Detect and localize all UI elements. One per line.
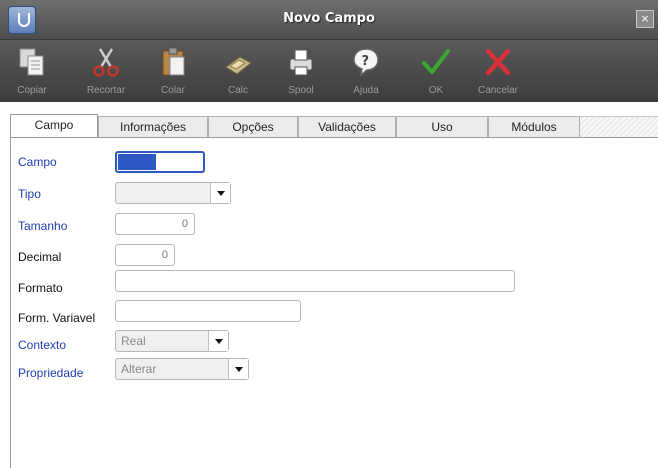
copy-button[interactable]: Copiar xyxy=(4,40,60,102)
calculator-icon xyxy=(225,56,252,75)
propriedade-label: Propriedade xyxy=(18,366,84,380)
paste-button[interactable]: Colar xyxy=(145,40,201,102)
chevron-down-icon[interactable] xyxy=(228,359,248,379)
toolbar: Copiar Recortar Colar Calc Spool ? Ajuda… xyxy=(0,40,658,102)
cancel-label: Cancelar xyxy=(477,85,519,96)
title-bar: Novo Campo × xyxy=(0,0,658,40)
scissors-icon xyxy=(93,48,119,77)
copy-icon xyxy=(19,48,44,76)
cut-label: Recortar xyxy=(86,85,126,96)
form-variavel-input[interactable] xyxy=(115,300,301,322)
tab-informacoes[interactable]: Informações xyxy=(98,116,208,138)
svg-text:?: ? xyxy=(362,54,370,69)
check-icon xyxy=(422,49,450,74)
chevron-down-icon[interactable] xyxy=(210,183,230,203)
campo-label: Campo xyxy=(18,155,57,169)
help-button[interactable]: ? Ajuda xyxy=(338,40,394,102)
cancel-icon xyxy=(485,48,511,76)
tamanho-label: Tamanho xyxy=(18,219,68,233)
ok-button[interactable]: OK xyxy=(408,40,464,102)
contexto-label: Contexto xyxy=(18,338,67,352)
tipo-label: Tipo xyxy=(18,187,41,201)
propriedade-value: Alterar xyxy=(121,362,157,376)
formato-input[interactable] xyxy=(115,270,515,292)
calc-label: Calc xyxy=(227,85,248,96)
tab-modulos[interactable]: Módulos xyxy=(488,116,580,138)
ok-label: OK xyxy=(428,85,444,96)
spool-button[interactable]: Spool xyxy=(273,40,329,102)
calc-button[interactable]: Calc xyxy=(210,40,266,102)
form-panel xyxy=(10,137,658,468)
tab-strip: Campo Informações Opções Validações Uso … xyxy=(0,102,658,138)
decimal-label: Decimal xyxy=(18,250,62,264)
campo-input[interactable] xyxy=(115,151,205,173)
help-label: Ajuda xyxy=(353,85,379,96)
tab-opcoes[interactable]: Opções xyxy=(208,116,298,138)
tab-validacoes[interactable]: Validações xyxy=(298,116,396,138)
tab-uso[interactable]: Uso xyxy=(396,116,488,138)
tipo-select[interactable] xyxy=(115,182,231,204)
window-title: Novo Campo xyxy=(283,11,375,26)
text-selection xyxy=(118,154,156,170)
spool-label: Spool xyxy=(288,85,314,96)
paste-icon xyxy=(162,47,185,76)
tab-campo[interactable]: Campo xyxy=(10,114,98,138)
tamanho-input[interactable]: 0 xyxy=(115,213,195,235)
paste-label: Colar xyxy=(161,85,185,96)
form-variavel-label: Form. Variavel xyxy=(18,311,96,325)
propriedade-select[interactable]: Alterar xyxy=(115,358,249,380)
printer-icon xyxy=(289,49,313,76)
chevron-down-icon[interactable] xyxy=(208,331,228,351)
contexto-select[interactable]: Real xyxy=(115,330,229,352)
cancel-button[interactable]: Cancelar xyxy=(470,40,526,102)
close-button[interactable]: × xyxy=(636,10,654,28)
copy-label: Copiar xyxy=(17,85,47,96)
formato-label: Formato xyxy=(18,281,63,295)
contexto-value: Real xyxy=(121,334,146,348)
help-icon: ? xyxy=(353,48,379,77)
cut-button[interactable]: Recortar xyxy=(78,40,134,102)
decimal-input[interactable]: 0 xyxy=(115,244,175,266)
